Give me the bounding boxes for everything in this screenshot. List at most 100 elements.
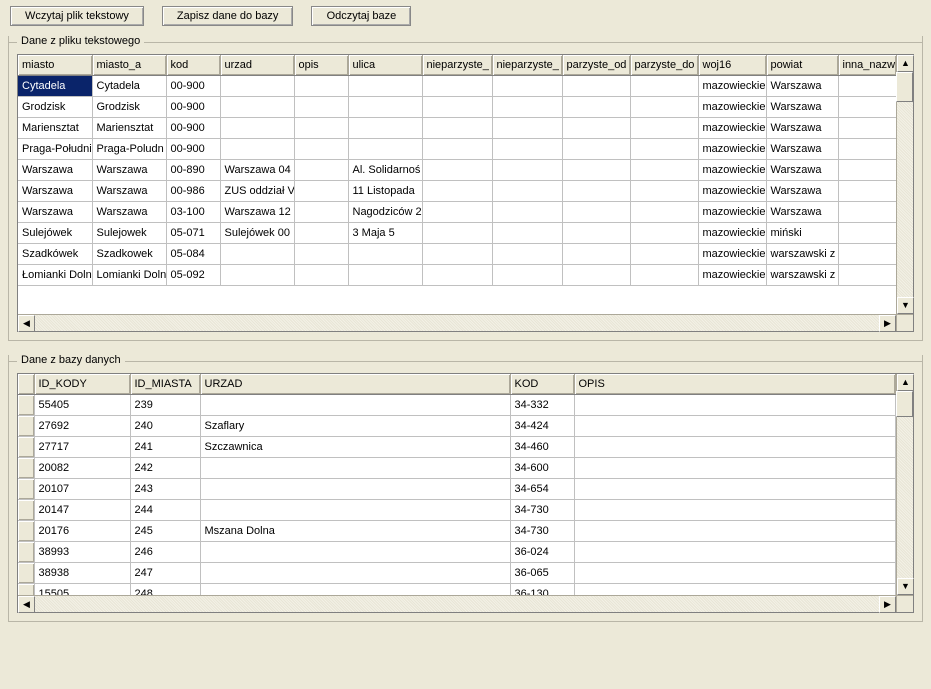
cell[interactable] [294, 76, 348, 97]
cell[interactable]: Lomianki Doln [92, 265, 166, 286]
cell[interactable]: Warszawa [92, 160, 166, 181]
cell[interactable]: 244 [130, 500, 200, 521]
column-header[interactable]: nieparzyste_ [492, 55, 562, 76]
table-row[interactable]: 2014724434-730 [18, 500, 896, 521]
cell[interactable]: Praga-Południ [18, 139, 92, 160]
cell[interactable] [838, 118, 896, 139]
cell[interactable]: 00-900 [166, 76, 220, 97]
cell[interactable]: Szadkówek [18, 244, 92, 265]
grid-db-table[interactable]: ID_KODYID_MIASTAURZADKODOPIS 5540523934-… [18, 374, 896, 596]
cell[interactable]: Warszawa [766, 139, 838, 160]
cell[interactable] [200, 395, 510, 416]
column-header[interactable]: parzyste_od [562, 55, 630, 76]
cell[interactable] [422, 202, 492, 223]
cell[interactable]: mazowieckie [698, 97, 766, 118]
cell[interactable] [348, 139, 422, 160]
cell[interactable]: 20107 [34, 479, 130, 500]
cell[interactable] [492, 139, 562, 160]
cell[interactable] [574, 416, 896, 437]
cell[interactable]: Sulejówek 00 [220, 223, 294, 244]
cell[interactable] [348, 97, 422, 118]
table-row[interactable]: 3893824736-065 [18, 563, 896, 584]
cell[interactable] [422, 265, 492, 286]
cell[interactable] [630, 118, 698, 139]
cell[interactable]: 246 [130, 542, 200, 563]
cell[interactable]: 05-071 [166, 223, 220, 244]
cell[interactable]: 243 [130, 479, 200, 500]
cell[interactable]: Nagodziców 2 [348, 202, 422, 223]
table-row[interactable]: MariensztatMariensztat00-900mazowieckieW… [18, 118, 896, 139]
cell[interactable] [562, 160, 630, 181]
cell[interactable] [220, 118, 294, 139]
cell[interactable]: mazowieckie [698, 202, 766, 223]
cell[interactable]: 36-065 [510, 563, 574, 584]
cell[interactable] [838, 139, 896, 160]
cell[interactable] [630, 97, 698, 118]
cell[interactable]: Warszawa 12 [220, 202, 294, 223]
cell[interactable]: Warszawa [92, 181, 166, 202]
horizontal-scrollbar[interactable]: ◀ ▶ [18, 314, 896, 331]
cell[interactable] [492, 244, 562, 265]
scroll-right-icon[interactable]: ▶ [879, 596, 896, 613]
cell[interactable]: 11 Listopada [348, 181, 422, 202]
cell[interactable]: 34-332 [510, 395, 574, 416]
cell[interactable]: Sulejówek [18, 223, 92, 244]
scroll-down-icon[interactable]: ▼ [897, 578, 914, 595]
cell[interactable] [562, 76, 630, 97]
cell[interactable]: 20176 [34, 521, 130, 542]
cell[interactable]: 00-890 [166, 160, 220, 181]
cell[interactable] [492, 118, 562, 139]
table-row[interactable]: SzadkówekSzadkowek05-084mazowieckiewarsz… [18, 244, 896, 265]
cell[interactable] [492, 97, 562, 118]
cell[interactable]: mazowieckie [698, 160, 766, 181]
vertical-scrollbar[interactable]: ▲ ▼ [896, 374, 913, 595]
cell[interactable]: warszawski z [766, 265, 838, 286]
cell[interactable] [492, 160, 562, 181]
cell[interactable]: 34-730 [510, 521, 574, 542]
cell[interactable] [630, 139, 698, 160]
cell[interactable] [294, 139, 348, 160]
cell[interactable] [562, 265, 630, 286]
cell[interactable] [422, 244, 492, 265]
cell[interactable]: Warszawa [766, 97, 838, 118]
column-header[interactable]: miasto [18, 55, 92, 76]
cell[interactable] [294, 160, 348, 181]
vertical-scrollbar[interactable]: ▲ ▼ [896, 55, 913, 314]
cell[interactable]: 36-024 [510, 542, 574, 563]
cell[interactable]: miński [766, 223, 838, 244]
grid-text-file-table[interactable]: miastomiasto_akodurzadopisulicanieparzys… [18, 55, 897, 286]
cell[interactable] [838, 244, 896, 265]
cell[interactable] [630, 223, 698, 244]
cell[interactable]: 38993 [34, 542, 130, 563]
cell[interactable] [294, 244, 348, 265]
cell[interactable] [630, 160, 698, 181]
cell[interactable] [492, 202, 562, 223]
cell[interactable] [838, 223, 896, 244]
cell[interactable]: 05-092 [166, 265, 220, 286]
scroll-left-icon[interactable]: ◀ [18, 596, 35, 613]
column-header[interactable]: parzyste_do [630, 55, 698, 76]
cell[interactable] [838, 76, 896, 97]
cell[interactable]: Grodzisk [18, 97, 92, 118]
scroll-right-icon[interactable]: ▶ [879, 315, 896, 332]
table-row[interactable]: GrodziskGrodzisk00-900mazowieckieWarszaw… [18, 97, 896, 118]
column-header[interactable]: kod [166, 55, 220, 76]
cell[interactable]: Cytadela [92, 76, 166, 97]
cell[interactable]: Mariensztat [92, 118, 166, 139]
grid-db[interactable]: ID_KODYID_MIASTAURZADKODOPIS 5540523934-… [17, 373, 914, 613]
cell[interactable] [492, 265, 562, 286]
cell[interactable]: Szaflary [200, 416, 510, 437]
column-header[interactable]: OPIS [574, 374, 896, 395]
cell[interactable] [838, 97, 896, 118]
cell[interactable]: Warszawa [766, 202, 838, 223]
cell[interactable] [200, 542, 510, 563]
grid-text-file[interactable]: miastomiasto_akodurzadopisulicanieparzys… [17, 54, 914, 332]
cell[interactable]: Mszana Dolna [200, 521, 510, 542]
cell[interactable]: Sulejowek [92, 223, 166, 244]
table-row[interactable]: WarszawaWarszawa00-986ZUS oddział V11 Li… [18, 181, 896, 202]
table-row[interactable]: 2008224234-600 [18, 458, 896, 479]
cell[interactable]: 27692 [34, 416, 130, 437]
column-header[interactable]: nieparzyste_ [422, 55, 492, 76]
cell[interactable]: Praga-Poludn [92, 139, 166, 160]
cell[interactable] [294, 202, 348, 223]
